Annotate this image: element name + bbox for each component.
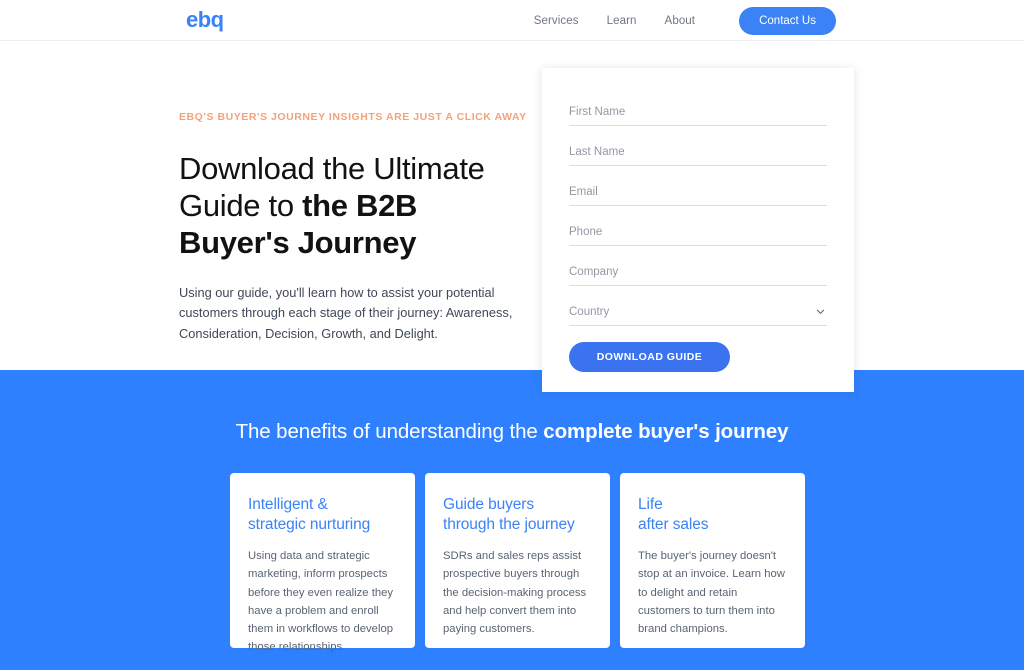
hero-eyebrow: EBQ'S BUYER'S JOURNEY INSIGHTS ARE JUST … xyxy=(179,111,527,123)
first-name-input[interactable] xyxy=(569,103,827,126)
lead-capture-form: Country DOWNLOAD GUIDE xyxy=(542,68,854,392)
field-country: Country xyxy=(569,302,827,326)
phone-input[interactable] xyxy=(569,223,827,246)
benefit-card-title: Intelligent & strategic nurturing xyxy=(248,495,397,536)
landing-page: ebq Services Learn About Contact Us EBQ'… xyxy=(0,0,1024,670)
field-last-name xyxy=(569,142,827,166)
email-input[interactable] xyxy=(569,183,827,206)
main-navigation: Services Learn About Contact Us xyxy=(534,0,836,41)
hero-copy: EBQ'S BUYER'S JOURNEY INSIGHTS ARE JUST … xyxy=(179,111,527,345)
benefit-card-title-line2: strategic nurturing xyxy=(248,516,371,534)
nav-link-learn[interactable]: Learn xyxy=(607,15,637,27)
nav-link-services[interactable]: Services xyxy=(534,15,579,27)
field-first-name xyxy=(569,102,827,126)
hero-section: EBQ'S BUYER'S JOURNEY INSIGHTS ARE JUST … xyxy=(0,41,1024,370)
benefit-card-title-line1: Intelligent & xyxy=(248,496,328,513)
benefit-card-title-line2: through the journey xyxy=(443,516,575,534)
benefits-section: The benefits of understanding the comple… xyxy=(0,370,1024,670)
benefit-card-title-line1: Life xyxy=(638,496,663,513)
field-company xyxy=(569,262,827,286)
download-guide-button[interactable]: DOWNLOAD GUIDE xyxy=(569,342,730,372)
benefit-card-body: The buyer's journey doesn't stop at an i… xyxy=(638,549,785,636)
benefit-card-guide-buyers: Guide buyers through the journey SDRs an… xyxy=(425,473,610,648)
benefits-title-regular: The benefits of understanding the xyxy=(235,420,544,443)
benefit-card-body: SDRs and sales reps assist prospective b… xyxy=(443,549,587,636)
benefit-card-title: Life after sales xyxy=(638,495,787,536)
benefits-title: The benefits of understanding the comple… xyxy=(0,420,1024,444)
hero-subtext: Using our guide, you'll learn how to ass… xyxy=(179,284,513,342)
country-select[interactable]: Country xyxy=(569,303,827,326)
benefit-card-life-after-sales: Life after sales The buyer's journey doe… xyxy=(620,473,805,648)
nav-link-about[interactable]: About xyxy=(665,15,696,27)
contact-us-button[interactable]: Contact Us xyxy=(739,6,836,35)
page-title: Download the Ultimate Guide to the B2B B… xyxy=(179,151,524,262)
company-input[interactable] xyxy=(569,263,827,286)
ebq-logo[interactable]: ebq xyxy=(186,6,224,34)
benefit-card-title-line2: after sales xyxy=(638,516,709,534)
benefit-card-body: Using data and strategic marketing, info… xyxy=(248,549,394,654)
benefit-card-title-line1: Guide buyers xyxy=(443,496,534,513)
benefit-card-title: Guide buyers through the journey xyxy=(443,495,592,536)
field-phone xyxy=(569,222,827,246)
benefit-cards: Intelligent & strategic nurturing Using … xyxy=(230,473,805,653)
site-header: ebq Services Learn About Contact Us xyxy=(0,0,1024,41)
benefit-card-nurturing: Intelligent & strategic nurturing Using … xyxy=(230,473,415,653)
benefits-title-bold: complete buyer's journey xyxy=(543,420,789,443)
last-name-input[interactable] xyxy=(569,143,827,166)
field-email xyxy=(569,182,827,206)
